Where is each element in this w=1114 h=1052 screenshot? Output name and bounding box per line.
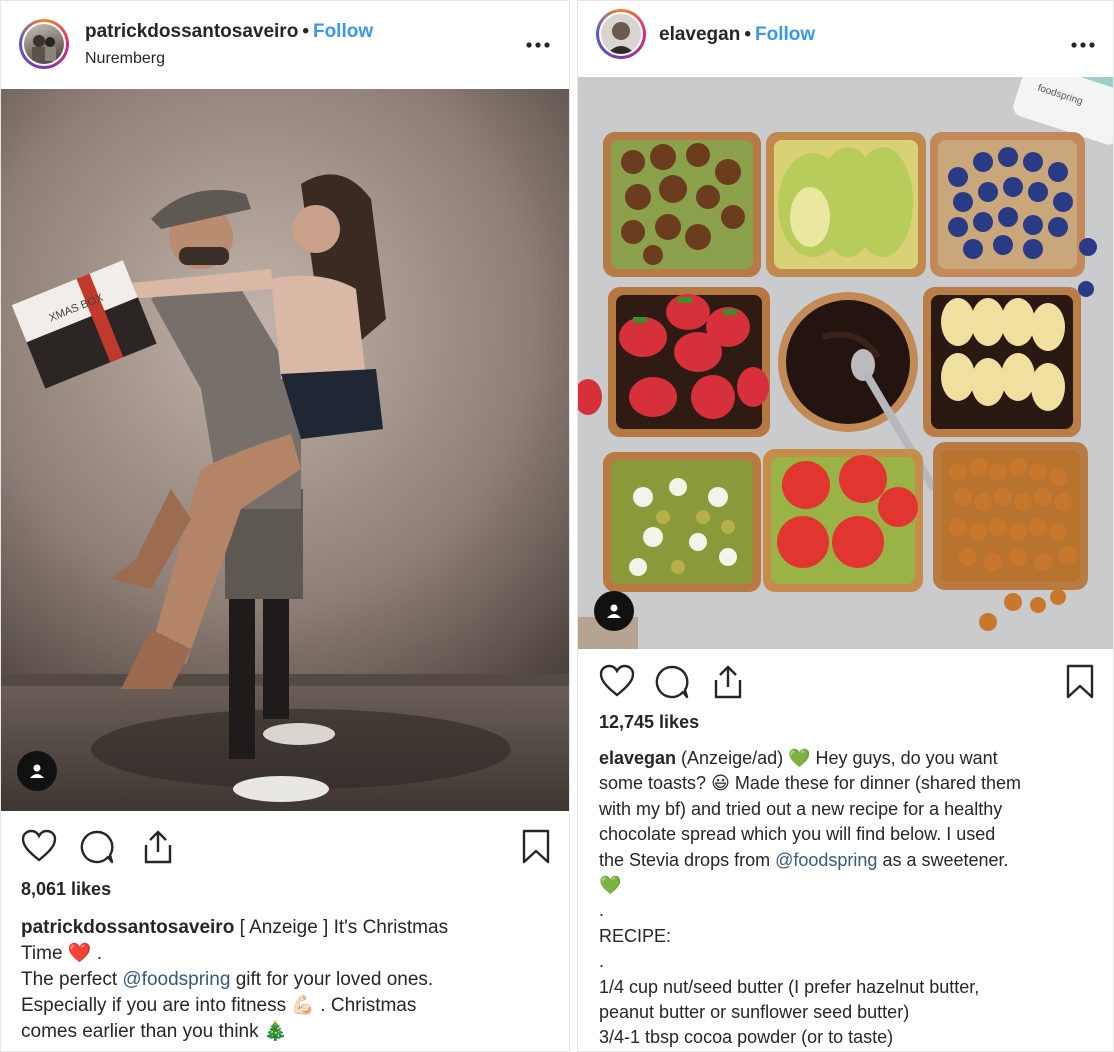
bookmark-icon[interactable] (1065, 664, 1095, 700)
caption-username[interactable]: elavegan (599, 748, 676, 768)
tagged-people-button[interactable] (17, 751, 57, 791)
post-card-left: patrickdossantosaveiro • Follow Nuremberg (0, 0, 570, 1052)
caption-text: chocolate spread which you will find bel… (599, 824, 996, 845)
more-icon (1071, 42, 1095, 48)
caption-text: [ Anzeige ] It's Christmas (234, 917, 449, 938)
action-bar (21, 829, 551, 869)
likes-count[interactable]: 12,745 likes (599, 712, 699, 733)
caption-text: gift for your loved ones. (230, 969, 434, 990)
more-icon (526, 42, 550, 48)
caption-username[interactable]: patrickdossantosaveiro (21, 917, 234, 938)
share-icon[interactable] (141, 829, 175, 865)
smile-emoji: 😃 (711, 773, 730, 794)
more-options-button[interactable] (525, 29, 551, 55)
mention-link[interactable]: @foodspring (122, 969, 230, 990)
like-heart-icon[interactable] (21, 829, 57, 863)
caption-text: some toasts? (599, 773, 712, 794)
caption-dot: . (599, 951, 605, 972)
avatar[interactable] (596, 9, 646, 59)
caption-text: the Stevia drops from (599, 849, 776, 870)
username-line: elavegan • Follow (659, 24, 815, 46)
recipe-heading: RECIPE: (599, 925, 672, 946)
caption-text: The perfect (21, 969, 123, 990)
ingredient-line: 3/4-1 tbsp cocoa powder (or to taste) (599, 1027, 894, 1048)
likes-count[interactable]: 8,061 likes (21, 879, 111, 900)
username[interactable]: patrickdossantosaveiro (85, 21, 298, 42)
bookmark-icon[interactable] (521, 829, 551, 865)
caption-text: . (91, 943, 103, 964)
username[interactable]: elavegan (659, 24, 740, 45)
caption-text: Hey guys, do you want (810, 748, 998, 768)
caption-text: comes earlier than you think (21, 1021, 264, 1042)
post-photo[interactable]: XMAS BOX (1, 89, 569, 811)
more-options-button[interactable] (1070, 29, 1096, 55)
share-icon[interactable] (711, 664, 745, 700)
caption-text: with my bf) and tried out a new recipe f… (599, 798, 1003, 819)
person-icon (30, 764, 44, 778)
separator-dot: • (744, 24, 751, 45)
green-heart-emoji: 💚 (599, 875, 622, 896)
post-header: patrickdossantosaveiro • Follow Nuremberg (1, 1, 569, 89)
toasts-photo-illustration: foodspring (578, 77, 1113, 649)
caption-text: Time (21, 943, 68, 964)
comment-icon[interactable] (654, 664, 690, 700)
avatar[interactable] (19, 19, 69, 69)
location-link[interactable]: Nuremberg (85, 50, 165, 68)
caption: patrickdossantosaveiro [ Anzeige ] It's … (21, 915, 561, 1045)
caption: elavegan (Anzeige/ad) 💚 Hey guys, do you… (599, 746, 1104, 1051)
ingredient-line: peanut butter or sunflower seed butter) (599, 1002, 910, 1023)
heart-emoji: ❤️ (67, 943, 92, 964)
person-icon (607, 604, 621, 618)
action-bar (599, 664, 1099, 704)
post-header: elavegan • Follow (578, 1, 1113, 77)
like-heart-icon[interactable] (599, 664, 635, 698)
caption-text: Especially if you are into fitness (21, 995, 292, 1016)
couple-photo-illustration: XMAS BOX (1, 89, 569, 811)
tree-emoji: 🎄 (263, 1021, 288, 1042)
caption-text: (Anzeige/ad) (676, 748, 789, 768)
comment-icon[interactable] (79, 829, 115, 865)
muscle-emoji: 💪🏻 (291, 995, 316, 1016)
caption-text: Made these for dinner (shared them (729, 773, 1021, 794)
tagged-people-button[interactable] (594, 591, 634, 631)
caption-text: . Christmas (315, 995, 417, 1016)
green-heart-emoji: 💚 (788, 748, 811, 768)
mention-link[interactable]: @foodspring (775, 850, 877, 870)
follow-button[interactable]: Follow (313, 21, 373, 42)
ingredient-line: 1/4 cup nut/seed butter (I prefer hazeln… (599, 976, 980, 997)
caption-dot: . (599, 900, 605, 921)
username-line: patrickdossantosaveiro • Follow (85, 21, 373, 43)
post-photo[interactable]: foodspring (578, 77, 1113, 649)
follow-button[interactable]: Follow (755, 24, 815, 45)
caption-text: as a sweetener. (877, 849, 1009, 870)
post-card-right: elavegan • Follow foodspring 12,745 like… (577, 0, 1114, 1052)
separator-dot: • (302, 21, 309, 42)
